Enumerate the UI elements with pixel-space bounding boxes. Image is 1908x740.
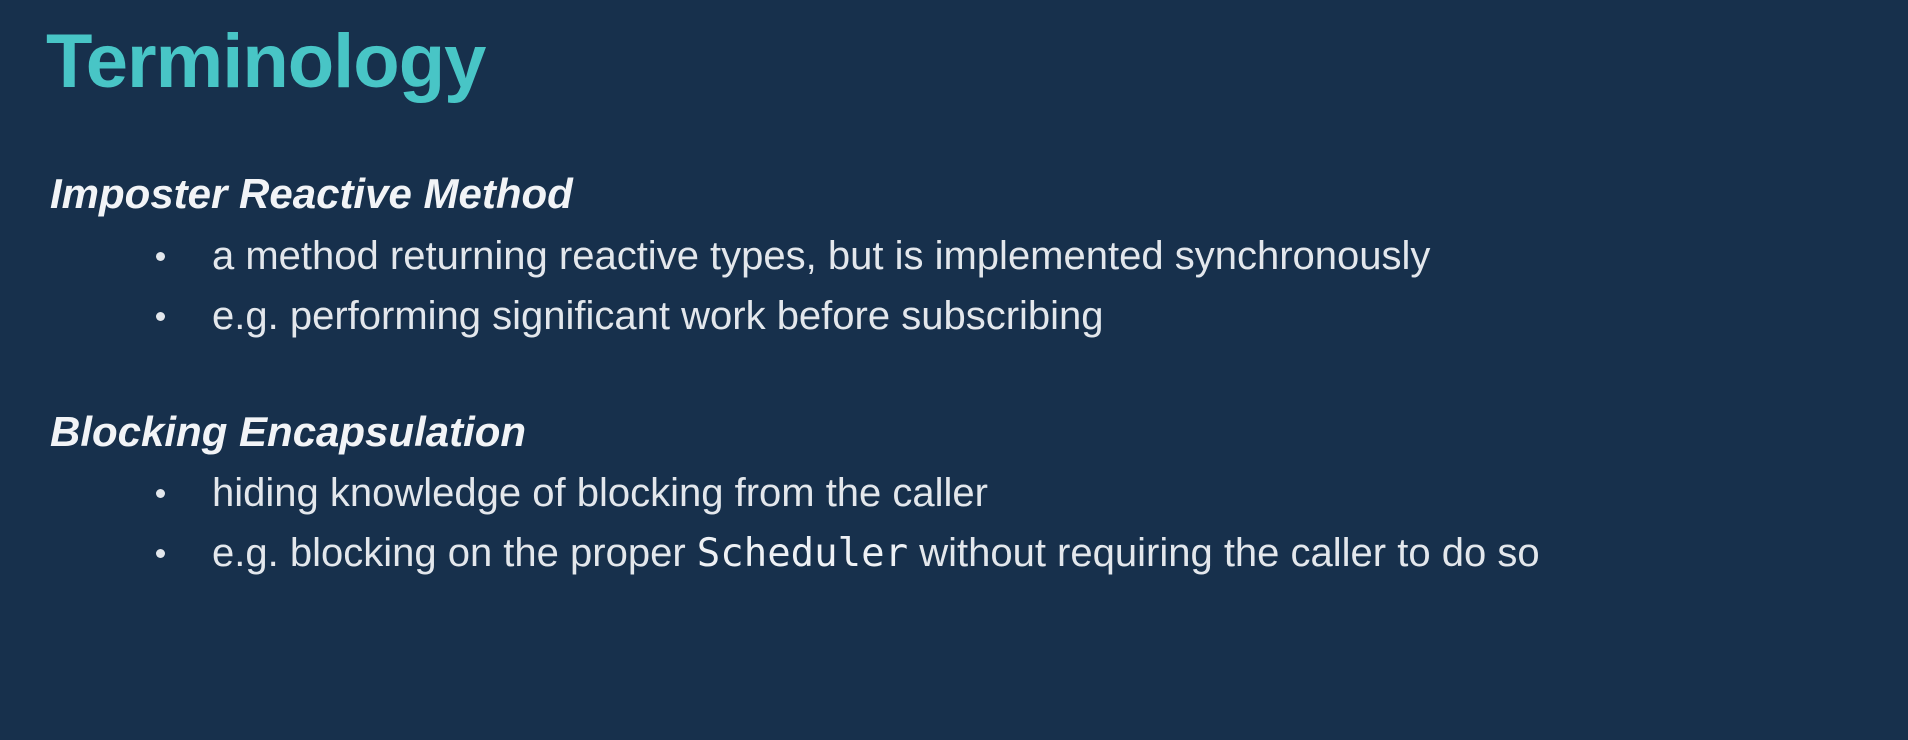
bullet-list-blocking-encapsulation: hiding knowledge of blocking from the ca… [150,463,1540,583]
term-blocking-encapsulation: Blocking Encapsulation [50,408,527,455]
bullet-item: hiding knowledge of blocking from the ca… [150,463,1540,523]
bullet-point-icon [150,286,170,346]
bullet-item: e.g. blocking on the proper Scheduler wi… [150,523,1540,583]
bullet-list-imposter-reactive-method: a method returning reactive types, but i… [150,226,1430,346]
bullet-point-icon [150,463,170,523]
bullet-point-icon [150,226,170,286]
slide: Terminology Imposter Reactive Method a m… [0,0,1908,740]
bullet-text: hiding knowledge of blocking from the ca… [212,471,988,515]
bullet-text: e.g. performing significant work before … [212,294,1104,338]
bullet-text-prefix: e.g. blocking on the proper [212,531,697,575]
code-scheduler: Scheduler [696,531,909,576]
slide-title: Terminology [46,19,486,104]
bullet-item: a method returning reactive types, but i… [150,226,1430,286]
bullet-item: e.g. performing significant work before … [150,286,1430,346]
term-imposter-reactive-method: Imposter Reactive Method [50,170,573,217]
bullet-text: a method returning reactive types, but i… [212,234,1431,278]
bullet-point-icon [150,523,170,583]
bullet-text-suffix: without requiring the caller to do so [908,531,1540,575]
